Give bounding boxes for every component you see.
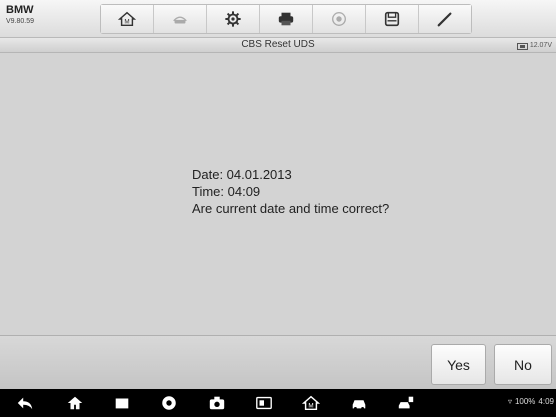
battery-level: 100% [514,397,536,406]
car-battery-icon [516,42,528,50]
house-icon [67,396,83,410]
toolbar-buttons: M [100,4,472,34]
vehicle-voltage: 12.07V [516,39,552,53]
camera-button[interactable] [208,394,226,412]
recent-apps-button[interactable] [113,394,131,412]
time-line: Time: 04:09 [192,184,261,199]
dialog-content: Date: 04.01.2013 Time: 04:09 Are current… [0,53,556,335]
no-button[interactable]: No [494,344,552,385]
diag-home-button[interactable]: M [301,394,321,412]
system-navigation-bar: M ▿ 100% 4:09 [0,389,556,417]
vehicle-swap-button[interactable] [154,5,207,33]
brand-block: BMW V9.80.59 [6,4,35,26]
brand-name: BMW [6,4,34,16]
camera-icon [209,396,225,410]
recent-apps-icon [115,398,129,409]
car-connect-icon [398,396,414,409]
help-button[interactable] [313,5,366,33]
chrome-icon [162,396,176,410]
help-icon [332,12,346,26]
print-icon [278,12,294,26]
question-line: Are current date and time correct? [192,201,390,216]
vehicle-swap-icon [173,16,187,24]
svg-text:M: M [124,19,129,26]
garage-home-icon: M [301,395,321,411]
save-icon [384,11,400,27]
settings-icon [225,11,241,27]
home-button[interactable]: M [101,5,154,33]
status-bar: ▿ 100% 4:09 [508,397,554,406]
date-line: Date: 04.01.2013 [192,167,292,182]
settings-button[interactable] [207,5,260,33]
yes-button[interactable]: Yes [431,344,486,385]
voltage-value: 12.07V [529,42,552,49]
vehicle-menu-button[interactable] [350,394,368,412]
svg-text:M: M [308,403,313,410]
print-button[interactable] [260,5,313,33]
software-version: V9.80.59 [6,18,35,25]
back-arrow-icon [17,397,33,410]
home-icon: M [118,11,136,27]
wifi-icon: ▿ [507,397,512,406]
home-nav-button[interactable] [66,394,84,412]
vehicle-connect-button[interactable] [397,394,415,412]
clock: 4:09 [538,397,554,406]
top-toolbar: BMW V9.80.59 M [0,0,556,38]
back-button[interactable] [16,394,34,412]
action-bar: Yes No [0,335,556,390]
pen-button[interactable] [419,5,471,33]
function-title-bar: CBS Reset UDS 12.07V [0,38,556,53]
function-title: CBS Reset UDS [241,39,315,50]
screen-mirror-button[interactable] [255,394,273,412]
confirmation-message: Date: 04.01.2013 Time: 04:09 Are current… [192,166,389,217]
car-icon [352,400,366,410]
save-button[interactable] [366,5,419,33]
browser-button[interactable] [160,394,178,412]
screen-mirror-icon [256,396,272,410]
pen-icon [437,12,452,27]
